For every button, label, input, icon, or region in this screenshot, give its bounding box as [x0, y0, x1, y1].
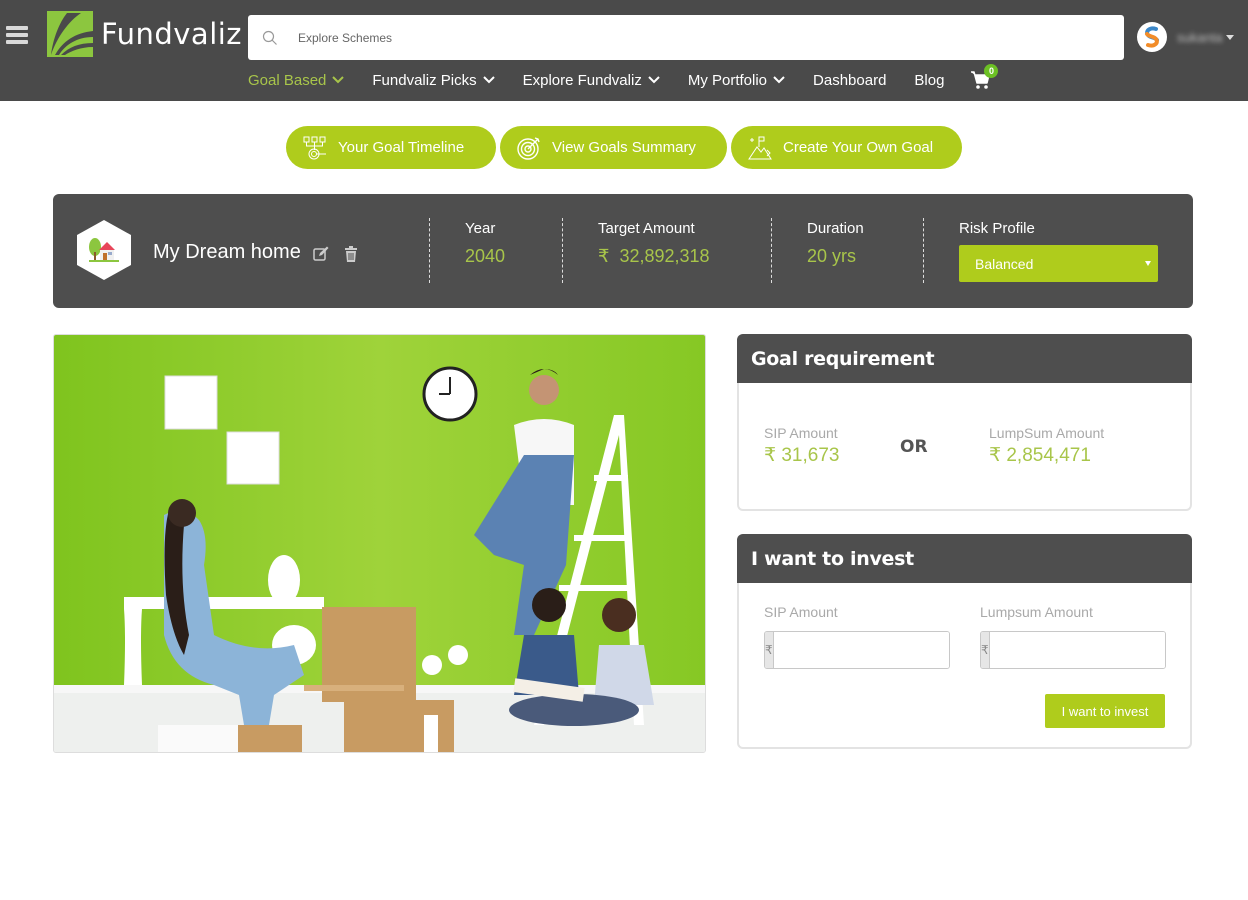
divider [562, 218, 563, 283]
search-bar[interactable] [248, 15, 1124, 60]
logo[interactable]: Fundvaliz [47, 11, 242, 57]
chevron-down-icon [332, 76, 345, 84]
duration-value: 20 yrs [807, 246, 857, 266]
top-header: Fundvaliz sukanta Goal Based Fundvaliz P… [0, 0, 1248, 101]
brand-name: Fundvaliz [101, 17, 243, 51]
create-own-goal-button[interactable]: Create Your Own Goal [731, 126, 962, 169]
nav-fundvaliz-picks[interactable]: Fundvaliz Picks [372, 71, 495, 89]
divider [771, 218, 772, 283]
goal-summary-bar: My Dream home Year 2040 Target Amount ₹ … [53, 194, 1193, 308]
nav-label: Fundvaliz Picks [372, 71, 477, 89]
sip-amount-label: SIP Amount [764, 425, 838, 441]
cart-button[interactable]: 0 [970, 64, 999, 90]
target-amount-value: ₹ 32,892,318 [598, 246, 710, 267]
sip-amount-field[interactable]: ₹ [764, 631, 950, 669]
nav-label: Blog [914, 71, 945, 89]
hero-image [53, 334, 706, 753]
menu-icon[interactable] [6, 26, 28, 44]
nav-label: Explore Fundvaliz [522, 71, 642, 89]
goal-timeline-button[interactable]: Your Goal Timeline [286, 126, 496, 169]
risk-profile-label: Risk Profile [959, 220, 1035, 237]
rupee-icon: ₹ [981, 632, 990, 668]
caret-down-icon [1145, 261, 1151, 266]
invest-card: I want to invest SIP Amount ₹ Lumpsum Am… [737, 534, 1192, 749]
nav-dashboard[interactable]: Dashboard [813, 72, 886, 89]
invest-button[interactable]: I want to invest [1045, 694, 1165, 728]
lumpsum-amount-value: ₹ 2,854,471 [989, 445, 1091, 466]
main-nav: Goal Based Fundvaliz Picks Explore Fundv… [248, 64, 999, 94]
rupee-icon: ₹ [765, 632, 774, 668]
sip-amount-value: ₹ 31,673 [764, 445, 840, 466]
rupee-icon: ₹ [598, 246, 610, 266]
timeline-icon [303, 136, 326, 159]
target-icon [517, 136, 540, 160]
edit-icon[interactable] [313, 246, 329, 262]
cart-count-badge: 0 [984, 64, 999, 78]
chevron-down-icon [773, 76, 785, 84]
home-icon [77, 220, 131, 280]
nav-blog[interactable]: Blog [914, 72, 944, 89]
or-separator: OR [900, 437, 928, 457]
nav-label: My Portfolio [687, 71, 768, 89]
chevron-down-icon [482, 76, 495, 84]
search-icon [262, 30, 277, 45]
caret-down-icon [1225, 34, 1234, 40]
goal-name: My Dream home [153, 241, 301, 263]
avatar [1137, 22, 1167, 52]
invest-title: I want to invest [737, 534, 1192, 583]
goal-requirement-card: Goal requirement SIP Amount ₹ 31,673 OR … [737, 334, 1192, 511]
delete-icon[interactable] [344, 246, 358, 262]
nav-label: Dashboard [813, 71, 887, 89]
nav-goal-based[interactable]: Goal Based [248, 71, 345, 89]
view-goals-summary-button[interactable]: View Goals Summary [500, 126, 727, 169]
mountain-goal-icon [748, 136, 772, 159]
divider [429, 218, 430, 283]
target-amount-label: Target Amount [598, 220, 695, 237]
goal-actions: Your Goal Timeline View Goals Summary Cr… [286, 126, 966, 169]
goal-requirement-title: Goal requirement [737, 334, 1192, 383]
risk-profile-value: Balanced [975, 255, 1034, 272]
divider [923, 218, 924, 283]
nav-label: Goal Based [248, 71, 327, 89]
fundvaliz-logo-icon [47, 11, 93, 57]
chevron-down-icon [648, 76, 660, 84]
action-label: Your Goal Timeline [338, 139, 465, 156]
user-menu[interactable]: sukanta [1137, 22, 1234, 52]
risk-profile-select[interactable]: Balanced [959, 245, 1158, 282]
lumpsum-amount-label: Lumpsum Amount [980, 604, 1093, 620]
action-label: View Goals Summary [552, 139, 696, 156]
nav-explore-fundvaliz[interactable]: Explore Fundvaliz [523, 72, 660, 89]
lumpsum-amount-field[interactable]: ₹ [980, 631, 1166, 669]
sip-amount-label: SIP Amount [764, 604, 838, 620]
sip-amount-input[interactable] [773, 632, 949, 668]
lumpsum-amount-input[interactable] [989, 632, 1165, 668]
action-label: Create Your Own Goal [783, 139, 934, 156]
search-input[interactable] [298, 30, 1078, 45]
year-label: Year [465, 220, 496, 237]
family-home-illustration [54, 335, 705, 752]
year-value: 2040 [465, 246, 506, 266]
lumpsum-amount-label: LumpSum Amount [989, 425, 1105, 441]
user-name: sukanta [1177, 29, 1223, 45]
target-amount-number: 32,892,318 [619, 246, 710, 266]
duration-label: Duration [807, 220, 864, 237]
nav-my-portfolio[interactable]: My Portfolio [688, 72, 785, 89]
